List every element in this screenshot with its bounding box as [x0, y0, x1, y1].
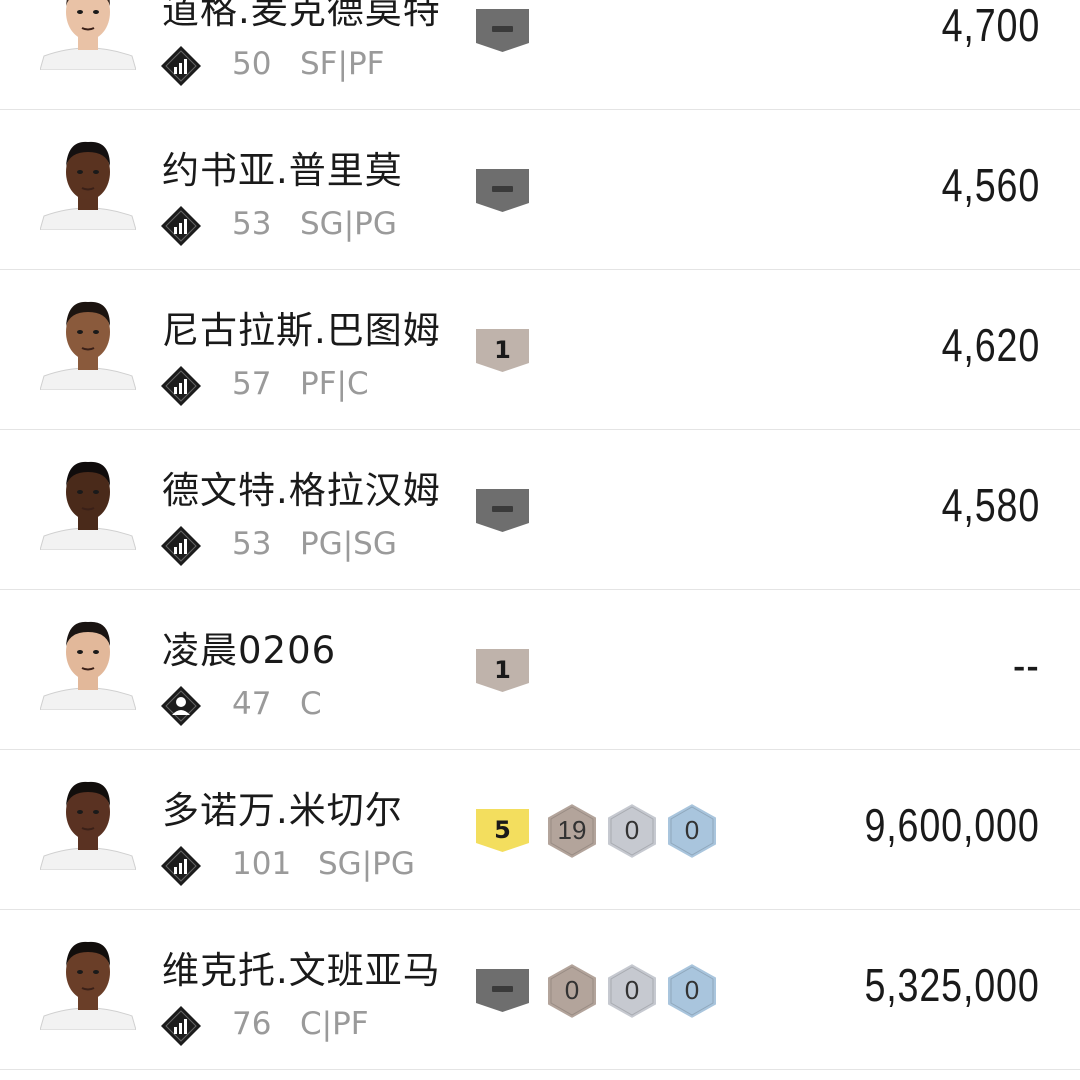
svg-text:1: 1	[494, 656, 511, 684]
player-name: 凌晨0206	[162, 629, 337, 672]
player-rating: 76	[232, 1006, 272, 1042]
badge-count-hex: 0	[546, 961, 598, 1021]
player-price: 4,580	[941, 479, 1040, 531]
player-position: SG|PG	[318, 846, 415, 882]
rank-badge: 1	[476, 329, 529, 372]
rank-badge: 5	[476, 809, 529, 852]
svg-text:0: 0	[685, 975, 699, 1005]
rank-badge	[476, 969, 529, 1012]
player-list: 道格.麦克德莫特 50 SF|PF 4,700 约书亚.普里莫 53 SG|PG…	[0, 0, 1080, 1070]
player-position: PF|C	[300, 366, 369, 402]
player-avatar	[40, 770, 136, 870]
player-row[interactable]: 多诺万.米切尔 101 SG|PG 5 19 0 0 9,600,000	[0, 750, 1080, 910]
player-rating: 47	[232, 686, 272, 722]
player-price: --	[1013, 639, 1040, 691]
player-rating: 57	[232, 366, 272, 402]
svg-text:19: 19	[558, 815, 587, 845]
player-rating: 101	[232, 846, 292, 882]
player-name: 多诺万.米切尔	[162, 789, 403, 832]
badge-count-hex: 0	[666, 801, 718, 861]
stats-icon	[160, 525, 202, 567]
rank-badge	[476, 9, 529, 52]
player-row[interactable]: 尼古拉斯.巴图姆 57 PF|C 1 4,620	[0, 270, 1080, 430]
svg-text:1: 1	[494, 336, 511, 364]
player-name: 尼古拉斯.巴图姆	[162, 309, 441, 352]
rank-badge	[476, 489, 529, 532]
player-row[interactable]: 凌晨0206 47 C 1 --	[0, 590, 1080, 750]
badge-count-hex: 19	[546, 801, 598, 861]
player-avatar	[40, 450, 136, 550]
player-avatar	[40, 0, 136, 70]
player-rating: 53	[232, 526, 272, 562]
svg-text:0: 0	[685, 815, 699, 845]
player-row[interactable]: 维克托.文班亚马 76 C|PF 0 0 0 5,325,000	[0, 910, 1080, 1070]
stats-icon	[160, 845, 202, 887]
player-price: 5,325,000	[864, 959, 1040, 1011]
player-position: PG|SG	[300, 526, 397, 562]
player-rating: 50	[232, 46, 272, 82]
player-row[interactable]: 约书亚.普里莫 53 SG|PG 4,560	[0, 110, 1080, 270]
player-name: 约书亚.普里莫	[162, 149, 403, 192]
player-row[interactable]: 德文特.格拉汉姆 53 PG|SG 4,580	[0, 430, 1080, 590]
stats-icon	[160, 1005, 202, 1047]
badge-count-hex: 0	[606, 801, 658, 861]
player-avatar	[40, 130, 136, 230]
player-avatar	[40, 290, 136, 390]
player-rating: 53	[232, 206, 272, 242]
player-price: 4,700	[941, 0, 1040, 51]
player-price: 9,600,000	[864, 799, 1040, 851]
player-position: C	[300, 686, 322, 722]
badge-count-hex: 0	[606, 961, 658, 1021]
stats-icon	[160, 365, 202, 407]
player-name: 道格.麦克德莫特	[162, 0, 441, 32]
svg-text:0: 0	[625, 815, 639, 845]
player-avatar	[40, 610, 136, 710]
stats-icon	[160, 45, 202, 87]
player-price: 4,560	[941, 159, 1040, 211]
player-price: 4,620	[941, 319, 1040, 371]
stats-icon	[160, 205, 202, 247]
player-avatar	[40, 930, 136, 1030]
player-row[interactable]: 道格.麦克德莫特 50 SF|PF 4,700	[0, 0, 1080, 110]
rank-badge: 1	[476, 649, 529, 692]
player-name: 德文特.格拉汉姆	[162, 469, 441, 512]
svg-text:0: 0	[625, 975, 639, 1005]
svg-text:0: 0	[565, 975, 579, 1005]
rank-badge	[476, 169, 529, 212]
player-position: C|PF	[300, 1006, 369, 1042]
badge-count-hex: 0	[666, 961, 718, 1021]
player-position: SG|PG	[300, 206, 397, 242]
player-name: 维克托.文班亚马	[162, 949, 441, 992]
svg-text:5: 5	[494, 816, 511, 844]
person-icon	[160, 685, 202, 727]
player-position: SF|PF	[300, 46, 385, 82]
